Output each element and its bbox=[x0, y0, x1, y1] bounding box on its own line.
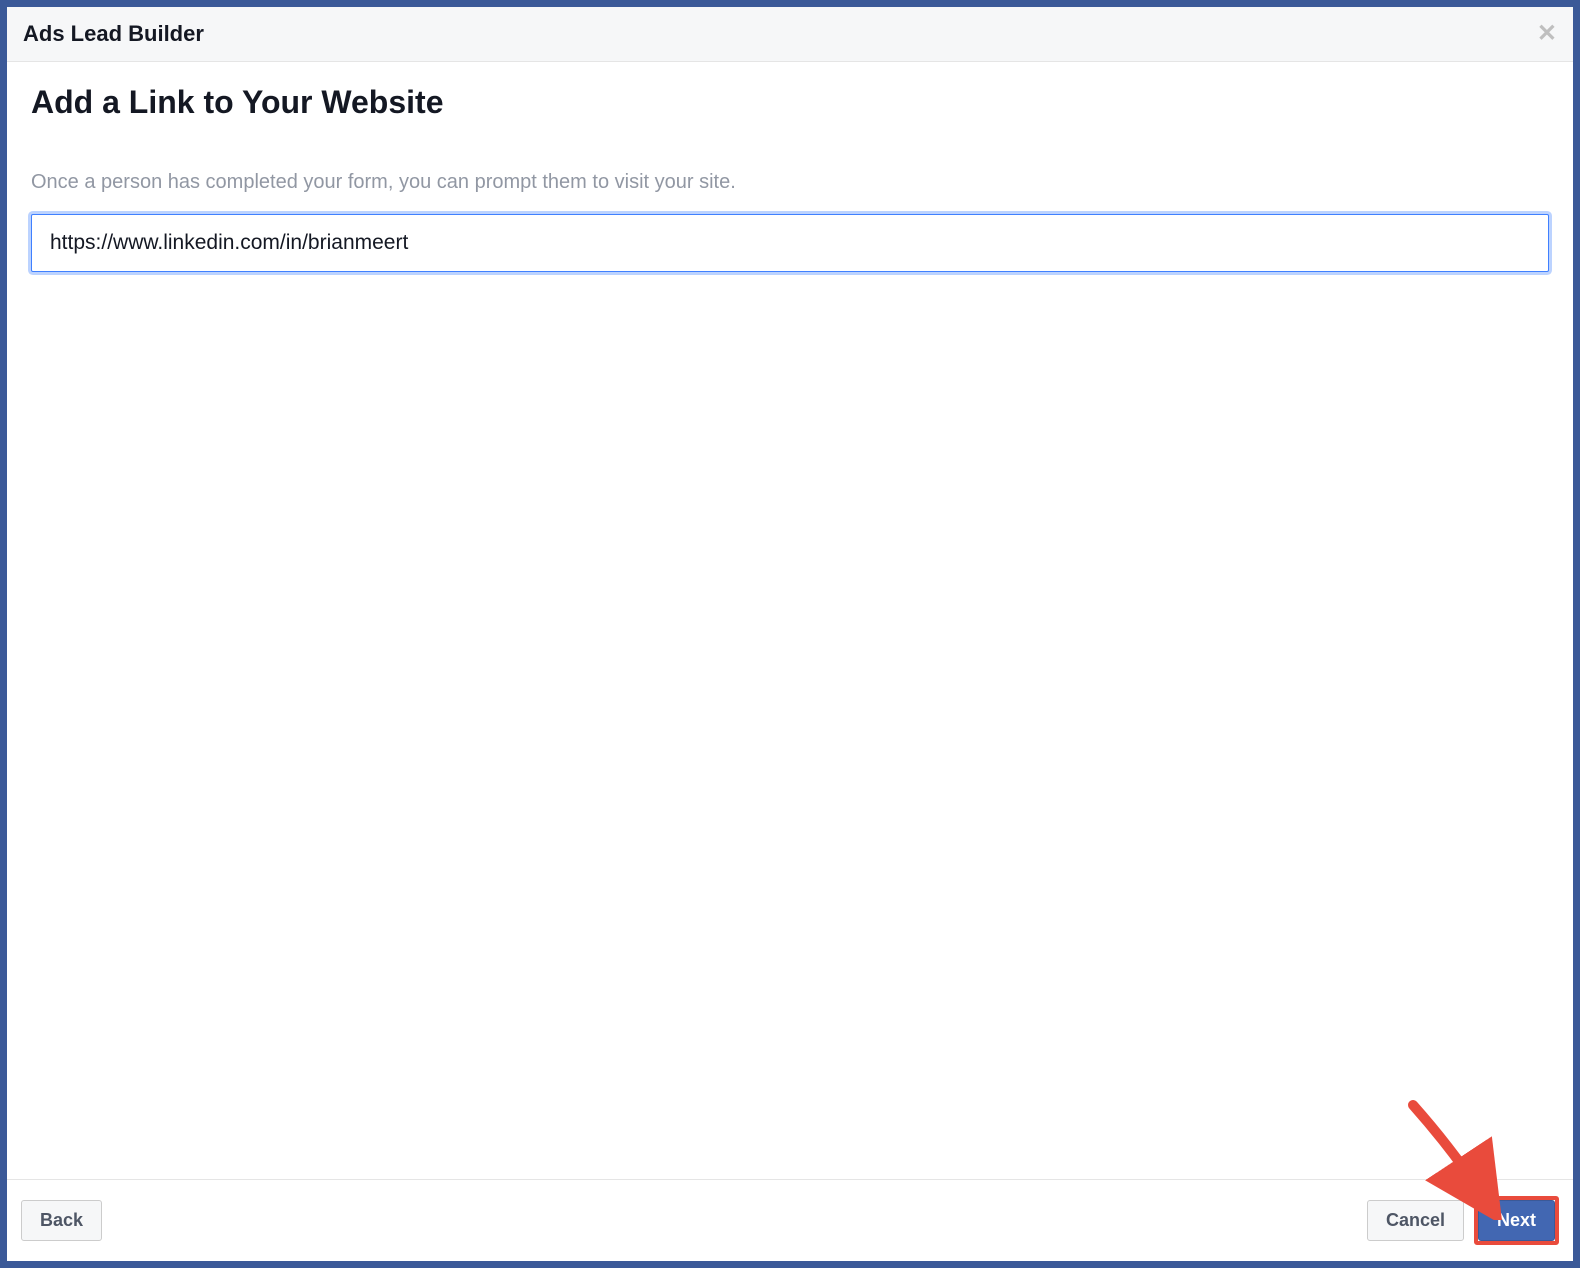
modal-body: Add a Link to Your Website Once a person… bbox=[7, 62, 1573, 1179]
cancel-button[interactable]: Cancel bbox=[1367, 1200, 1464, 1241]
website-url-input[interactable] bbox=[31, 214, 1549, 272]
close-icon[interactable]: ✕ bbox=[1537, 22, 1557, 46]
description-text: Once a person has completed your form, y… bbox=[31, 171, 1549, 194]
next-button[interactable]: Next bbox=[1478, 1200, 1555, 1241]
next-button-highlight: Next bbox=[1474, 1196, 1559, 1245]
modal-dialog: Ads Lead Builder ✕ Add a Link to Your We… bbox=[6, 6, 1574, 1262]
page-title: Add a Link to Your Website bbox=[31, 84, 1549, 121]
footer-right-group: Cancel Next bbox=[1367, 1196, 1559, 1245]
modal-header: Ads Lead Builder ✕ bbox=[7, 7, 1573, 62]
back-button[interactable]: Back bbox=[21, 1200, 102, 1241]
modal-title: Ads Lead Builder bbox=[23, 21, 204, 47]
modal-footer: Back Cancel Next bbox=[7, 1179, 1573, 1261]
